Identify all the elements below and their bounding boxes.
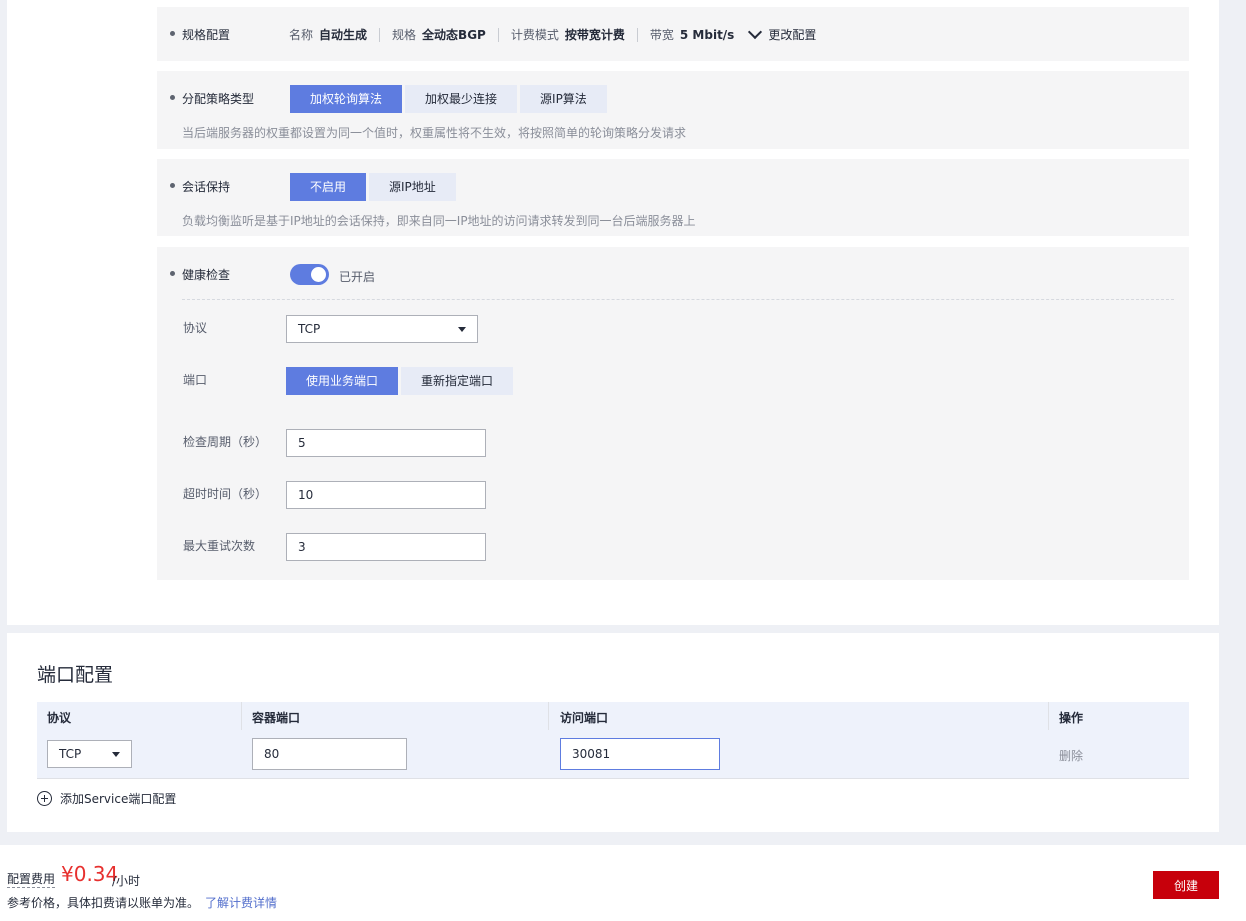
divider xyxy=(182,299,1174,300)
divider xyxy=(636,27,638,42)
port-table-header xyxy=(37,702,1189,730)
add-port-button[interactable]: 添加Service端口配置 xyxy=(37,790,176,807)
health-port-label: 端口 xyxy=(183,373,208,387)
change-config-link[interactable]: 更改配置 xyxy=(768,26,816,43)
column-header-action: 操作 xyxy=(1059,711,1084,725)
fee-note-text: 参考价格，具体扣费请以账单为准。 xyxy=(7,896,200,910)
strategy-option-source-ip[interactable]: 源IP算法 xyxy=(520,85,607,113)
fee-price: ¥0.34 xyxy=(61,862,119,886)
strategy-label: 分配策略类型 xyxy=(182,92,255,106)
session-label: 会话保持 xyxy=(182,180,231,194)
health-retries-label: 最大重试次数 xyxy=(183,539,256,553)
chevron-down-icon[interactable] xyxy=(748,24,763,39)
spec-bandwidth-value: 5 Mbit/s xyxy=(679,27,735,42)
divider xyxy=(1048,702,1049,730)
strategy-hint: 当后端服务器的权重都设置为同一个值时，权重属性将不生效，将按照简单的轮询策略分发… xyxy=(182,126,687,140)
session-segmented: 不启用 源IP地址 xyxy=(290,173,459,201)
session-hint: 负载均衡监听是基于IP地址的会话保持，即来自同一IP地址的访问请求转发到同一台后… xyxy=(182,214,696,228)
spec-bandwidth-key: 带宽 xyxy=(649,28,674,42)
create-button[interactable]: 创建 xyxy=(1153,871,1219,899)
divider xyxy=(241,702,242,730)
bullet-icon xyxy=(170,183,175,188)
divider xyxy=(548,702,549,730)
spec-billing-key: 计费模式 xyxy=(510,28,559,42)
session-option-disabled[interactable]: 不启用 xyxy=(290,173,367,201)
session-option-source-ip[interactable]: 源IP地址 xyxy=(369,173,456,201)
port-option-specify[interactable]: 重新指定端口 xyxy=(401,367,514,395)
spec-spec-value: 全动态BGP xyxy=(422,28,486,42)
port-option-use-service[interactable]: 使用业务端口 xyxy=(286,367,399,395)
health-protocol-select[interactable]: TCP xyxy=(286,315,478,343)
spec-label: 规格配置 xyxy=(182,28,231,42)
spec-summary: 名称 自动生成 规格 全动态BGP 计费模式 按带宽计费 带宽 5 Mbit/s… xyxy=(289,24,816,43)
fee-unit: /小时 xyxy=(112,874,141,888)
row-protocol-value: TCP xyxy=(59,747,82,761)
plus-circle-icon xyxy=(37,791,52,806)
health-retries-input[interactable] xyxy=(286,533,486,561)
toggle-knob xyxy=(311,267,326,282)
row-access-port-input[interactable] xyxy=(560,738,720,770)
spec-name-value: 自动生成 xyxy=(319,28,368,42)
bullet-icon xyxy=(170,31,175,36)
fee-label[interactable]: 配置费用 xyxy=(7,870,56,888)
fee-note: 参考价格，具体扣费请以账单为准。 了解计费详情 xyxy=(7,894,277,911)
divider xyxy=(379,27,381,42)
column-header-access-port: 访问端口 xyxy=(560,711,609,725)
row-protocol-select[interactable]: TCP xyxy=(47,740,132,768)
divider xyxy=(497,27,499,42)
caret-down-icon xyxy=(458,327,466,332)
spec-billing-value: 按带宽计费 xyxy=(564,28,625,42)
column-header-container-port: 容器端口 xyxy=(252,711,301,725)
caret-down-icon xyxy=(112,752,120,757)
strategy-option-weighted-round-robin[interactable]: 加权轮询算法 xyxy=(290,85,403,113)
health-timeout-label: 超时时间（秒） xyxy=(183,487,268,501)
port-config-title: 端口配置 xyxy=(37,664,114,686)
health-toggle-text: 已开启 xyxy=(339,270,376,284)
health-period-label: 检查周期（秒） xyxy=(183,435,268,449)
health-toggle[interactable] xyxy=(290,264,329,285)
add-port-label: 添加Service端口配置 xyxy=(60,792,177,806)
row-container-port-input[interactable] xyxy=(252,738,407,770)
strategy-segmented: 加权轮询算法 加权最少连接 源IP算法 xyxy=(290,85,610,113)
health-protocol-label: 协议 xyxy=(183,321,208,335)
health-protocol-value: TCP xyxy=(298,322,321,336)
pricing-details-link[interactable]: 了解计费详情 xyxy=(205,896,277,910)
spec-name-key: 名称 xyxy=(289,28,314,42)
health-label: 健康检查 xyxy=(182,268,231,282)
strategy-option-weighted-least-conn[interactable]: 加权最少连接 xyxy=(405,85,518,113)
bullet-icon xyxy=(170,95,175,100)
column-header-protocol: 协议 xyxy=(47,711,72,725)
row-delete-link[interactable]: 删除 xyxy=(1059,747,1083,764)
bullet-icon xyxy=(170,271,175,276)
health-timeout-input[interactable] xyxy=(286,481,486,509)
spec-spec-key: 规格 xyxy=(392,28,417,42)
health-period-input[interactable] xyxy=(286,429,486,457)
health-section xyxy=(157,247,1189,580)
health-port-segmented: 使用业务端口 重新指定端口 xyxy=(286,367,516,395)
